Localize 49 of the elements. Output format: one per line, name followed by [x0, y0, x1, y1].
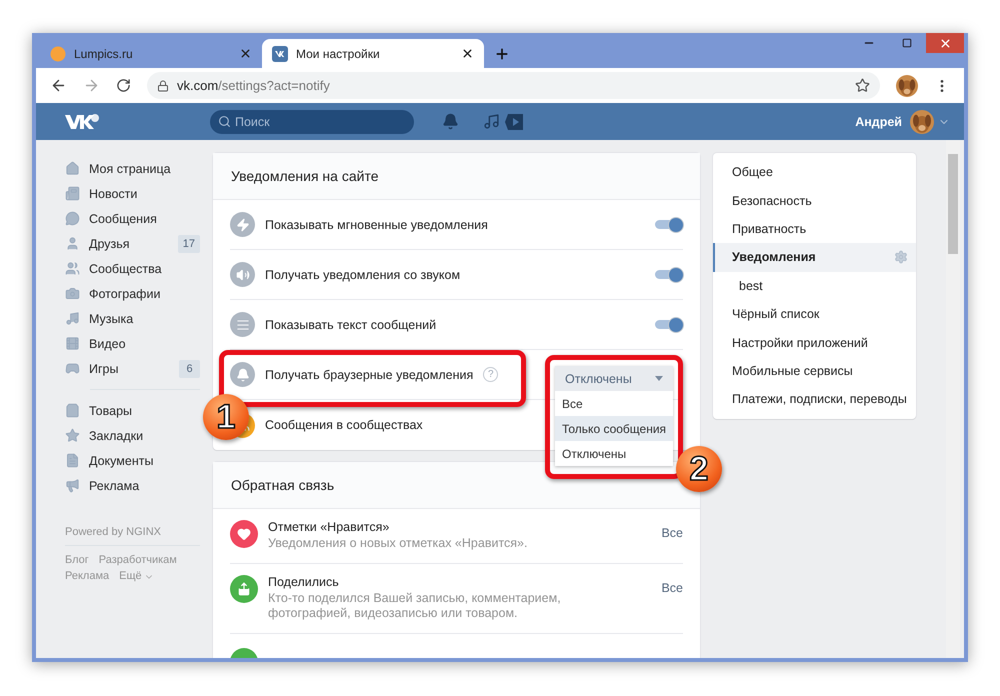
- setting-title: Поделились: [268, 575, 340, 589]
- setting-description: Уведомления о новых отметках «Нравится».: [268, 536, 528, 551]
- menu-item[interactable]: Платежи, подписки, переводы: [713, 385, 916, 414]
- address-field[interactable]: vk.com/settings?act=notify: [147, 72, 880, 99]
- nav-item[interactable]: Фотографии: [65, 281, 200, 306]
- menu-item[interactable]: Настройки приложений: [713, 328, 916, 357]
- nav-item[interactable]: Закладки: [65, 423, 200, 448]
- tab-title: Мои настройки: [296, 46, 381, 60]
- setting-label: Показывать мгновенные уведомления: [265, 218, 488, 232]
- nav-item[interactable]: Новости: [65, 181, 200, 206]
- nav-item[interactable]: Музыка: [65, 306, 200, 331]
- menu-item[interactable]: Чёрный список: [713, 300, 916, 328]
- menu-item[interactable]: Мобильные сервисы: [713, 356, 916, 386]
- nav-item[interactable]: Реклама: [65, 473, 200, 498]
- card-title: Уведомления на сайте: [231, 168, 378, 184]
- dropdown-option[interactable]: Отключены: [555, 441, 673, 466]
- setting-label: Получать уведомления со звуком: [265, 268, 460, 282]
- card-title: Обратная связь: [231, 477, 334, 493]
- dropdown-field[interactable]: Отключены: [555, 366, 673, 391]
- search-field[interactable]: Поиск: [210, 110, 414, 134]
- setting-value-link[interactable]: Все: [661, 526, 683, 540]
- dropdown-option[interactable]: Все: [555, 391, 673, 416]
- menu-item[interactable]: best: [713, 272, 916, 300]
- nav-item[interactable]: Друзья 17: [65, 231, 200, 256]
- browser-tab[interactable]: Lumpics.ru: [40, 39, 262, 68]
- nav-item[interactable]: Документы: [65, 448, 200, 473]
- menu-item[interactable]: Безопасность: [713, 186, 916, 215]
- nav-item[interactable]: Сообщения: [65, 206, 200, 231]
- menu-item[interactable]: Приватность: [713, 214, 916, 244]
- setting-label: Получать браузерные уведомления: [265, 368, 474, 382]
- browser-tab[interactable]: Мои настройки: [262, 39, 484, 68]
- setting-label: Сообщения в сообществах: [265, 418, 423, 432]
- nav-item[interactable]: Товары: [65, 398, 200, 423]
- powered-by-text: Powered by NGINX: [65, 526, 162, 538]
- setting-title: Отметки «Нравится»: [268, 520, 390, 534]
- nav-item[interactable]: Видео: [65, 331, 200, 356]
- menu-item[interactable]: Общее: [713, 158, 916, 186]
- nav-item[interactable]: Моя страница: [65, 156, 200, 181]
- tab-title: Lumpics.ru: [74, 46, 134, 60]
- setting-value-link[interactable]: Все: [661, 581, 683, 595]
- menu-item[interactable]: Уведомления: [713, 243, 916, 272]
- count-badge: 6: [179, 360, 200, 378]
- user-name[interactable]: Андрей: [855, 114, 902, 128]
- nav-item[interactable]: Сообщества: [65, 256, 200, 281]
- dropdown-option[interactable]: Только сообщения: [555, 416, 673, 441]
- nav-item[interactable]: Игры 6: [65, 356, 200, 381]
- setting-label: Показывать текст сообщений: [265, 318, 436, 332]
- count-badge: 17: [178, 234, 200, 252]
- setting-description: Кто-то поделился Вашей записью, комментарием, фотографией, видеозаписью или товаром.: [268, 591, 562, 621]
